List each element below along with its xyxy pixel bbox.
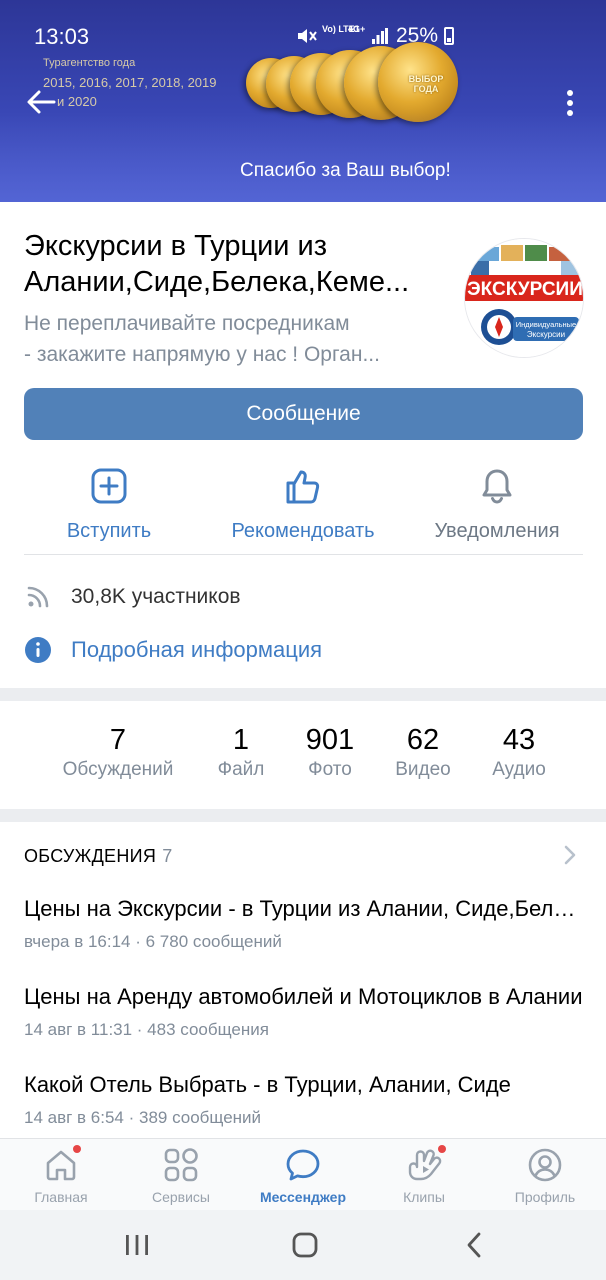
battery-icon [444,27,454,45]
tab-clips-label: Клипы [403,1189,445,1205]
grid-icon [163,1147,199,1183]
members-count: 30,8K участников [71,585,241,608]
counter-value: 62 [406,724,440,756]
group-title: Экскурсии в Турции из Алании,Сиде,Белека… [24,228,444,300]
tab-home[interactable]: Главная [6,1145,116,1205]
mute-icon [298,29,317,43]
notifications-button[interactable]: Уведомления [402,466,592,543]
recent-apps-icon[interactable] [122,1230,152,1260]
counter-value: 901 [305,724,355,756]
discussion-item[interactable]: Какой Отель Выбрать - в Турции, Алании, … [24,1072,584,1128]
group-header: Экскурсии в Турции из Алании,Сиде,Белека… [0,202,606,688]
home-icon [43,1145,81,1183]
details-link: Подробная информация [71,637,323,662]
discussion-meta: вчера в 16:14 · 6 780 сообщений [24,932,282,951]
group-avatar[interactable]: ЭКСКУРСИИ Индивидуальные Экскурсии [464,238,584,358]
counter-files[interactable]: 1 Файл [205,723,277,781]
counter-value: 1 [232,724,250,756]
counter-videos[interactable]: 62 Видео [384,723,462,781]
divider [24,554,583,555]
tab-clips[interactable]: Клипы [369,1145,479,1205]
group-status-line-1: Не переплачивайте посредникам [24,312,350,335]
notifications-label: Уведомления [434,520,560,542]
tab-home-label: Главная [34,1189,88,1205]
counter-label: Обсуждений [62,759,174,780]
notification-badge [438,1145,446,1153]
join-button[interactable]: Вступить [14,466,204,543]
award-line-3: и 2020 [57,94,97,109]
avatar-title: ЭКСКУРСИИ [467,279,583,300]
recommend-button[interactable]: Рекомендовать [208,466,398,543]
message-button[interactable]: Сообщение [24,388,583,440]
notification-badge [73,1145,81,1153]
avatar-subtitle-2: Экскурсии [527,330,565,339]
award-text: Турагентство года 2015, 2016, 2017, 2018… [43,54,217,111]
counter-label: Видео [395,759,451,780]
info-icon [25,637,51,663]
members-row[interactable]: 30,8K участников [24,582,241,612]
join-label: Вступить [66,520,152,542]
counter-label: Файл [217,759,265,780]
counter-value: 7 [109,724,127,756]
bell-icon [482,469,512,504]
counter-discussions[interactable]: 7 Обсуждений [48,723,188,781]
home-button-icon[interactable] [290,1230,320,1260]
tab-profile[interactable]: Профиль [490,1147,600,1205]
counter-label: Аудио [492,759,546,780]
signal-icon [372,28,388,44]
tab-messenger-label: Мессенджер [259,1189,347,1205]
discussion-item[interactable]: Цены на Экскурсии - в Турции из Алании, … [24,896,584,952]
counter-photos[interactable]: 901 Фото [292,723,368,781]
tab-services[interactable]: Сервисы [126,1147,236,1205]
back-arrow-icon[interactable] [26,88,56,116]
message-bubble-icon [285,1147,321,1183]
discussion-title: Цены на Экскурсии - в Турции из Алании, … [24,896,584,921]
details-row[interactable]: Подробная информация [24,635,322,665]
discussions-count: 7 [162,846,173,866]
group-title-line-1: Экскурсии в Турции из [24,230,328,262]
plus-square-icon [91,468,127,504]
counter-value: 43 [502,724,536,756]
bottom-tab-bar: Главная Сервисы Мессенджер Клипы Профиль [0,1138,606,1210]
4g-indicator: 4G+ [348,24,366,34]
group-cover: 13:03 Vo) LTE1 4G+ 25% Турагентство года… [0,0,606,202]
rss-icon [27,586,49,608]
coin-label: ВЫБОР ГОДА [408,74,444,94]
clips-icon [406,1145,446,1183]
group-status[interactable]: Не переплачивайте посредникам - закажите… [24,308,444,370]
avatar-image: ЭКСКУРСИИ Индивидуальные Экскурсии [465,239,583,357]
award-line-2: 2015, 2016, 2017, 2018, 2019 [43,75,217,90]
more-menu-icon[interactable] [560,88,580,118]
status-icons: Vo) LTE1 4G+ 25% [296,24,606,52]
cover-caption: Спасибо за Ваш выбор! [240,160,451,181]
status-time: 13:03 [34,24,90,49]
counter-audio[interactable]: 43 Аудио [480,723,558,781]
thumbs-up-icon [286,470,320,504]
discussions-card: ОБСУЖДЕНИЯ 7 Цены на Экскурсии - в Турции… [0,822,606,1138]
counters-card: 7 Обсуждений 1 Файл 901 Фото 62 Видео 43… [0,701,606,809]
tab-services-label: Сервисы [151,1189,210,1205]
discussion-title: Какой Отель Выбрать - в Турции, Алании, … [24,1072,511,1097]
award-line-1: Турагентство года [43,57,136,69]
back-button-icon[interactable] [460,1230,490,1260]
profile-icon [527,1147,563,1183]
recommend-label: Рекомендовать [231,520,375,542]
discussions-title: ОБСУЖДЕНИЯ [24,846,157,866]
chevron-right-icon[interactable] [562,844,578,866]
system-navigation-bar [0,1210,606,1280]
discussion-meta: 14 авг в 11:31 · 483 сообщения [24,1020,269,1039]
group-status-line-2: - закажите напрямую у нас ! Орган... [24,343,380,366]
discussion-meta: 14 авг в 6:54 · 389 сообщений [24,1108,262,1127]
discussion-item[interactable]: Цены на Аренду автомобилей и Мотоциклов … [24,984,584,1040]
tab-messenger[interactable]: Мессенджер [248,1147,358,1205]
group-title-line-2: Алании,Сиде,Белека,Кеме... [24,266,410,298]
avatar-subtitle-1: Индивидуальные [516,320,576,329]
tab-profile-label: Профиль [514,1189,576,1205]
discussions-header[interactable]: ОБСУЖДЕНИЯ 7 [24,846,173,867]
discussion-title: Цены на Аренду автомобилей и Мотоциклов … [24,984,583,1009]
counter-label: Фото [308,759,352,780]
